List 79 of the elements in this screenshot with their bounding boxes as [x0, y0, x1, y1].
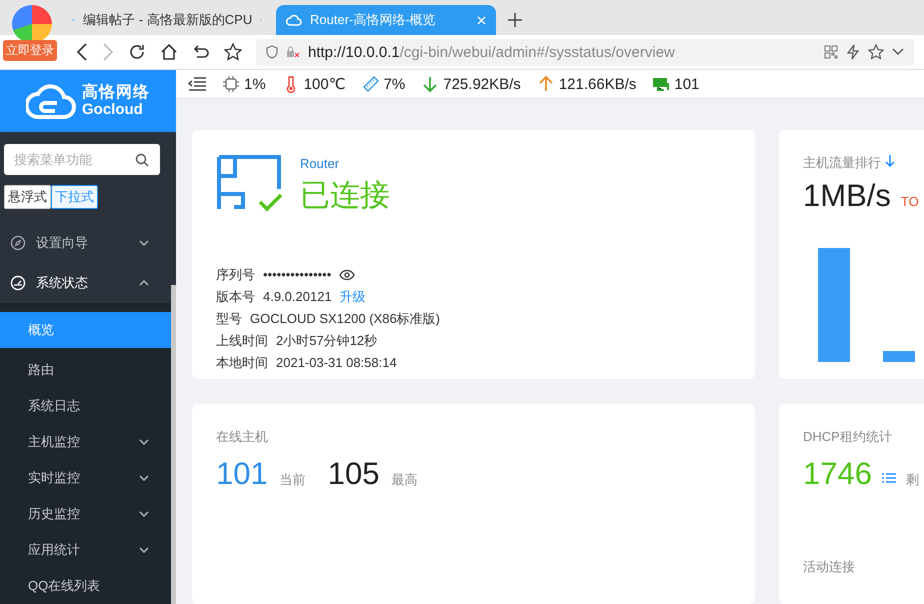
- chevron-down-icon[interactable]: [892, 48, 904, 56]
- field-label: 本地时间: [216, 354, 268, 372]
- star-icon[interactable]: [224, 43, 242, 61]
- list-icon[interactable]: [882, 472, 896, 484]
- chevron-down-icon: [139, 547, 149, 553]
- submenu-item[interactable]: 系统日志: [0, 388, 171, 424]
- scrollbar[interactable]: [171, 285, 176, 604]
- traffic-value: 1MB/s: [803, 178, 891, 214]
- field-value: 2小时57分钟12秒: [276, 332, 378, 350]
- card-title: 活动连接: [803, 559, 855, 574]
- chevron-up-icon: [139, 280, 149, 286]
- field-value: •••••••••••••••: [263, 267, 332, 282]
- field-label: 型号: [216, 310, 242, 328]
- menu-mode-toggle[interactable]: 悬浮式: [4, 185, 51, 209]
- field-value: 4.9.0.20121: [263, 289, 332, 304]
- memory-stick-icon: [362, 75, 380, 93]
- lightning-icon[interactable]: [846, 44, 860, 60]
- chevron-down-icon: [139, 475, 149, 481]
- chevron-down-icon: [139, 439, 149, 445]
- peak-hosts: 105: [328, 456, 380, 492]
- status-value: 100℃: [304, 75, 346, 93]
- field-label: 序列号: [216, 266, 255, 284]
- field-value: 2021-03-31 08:58:14: [276, 355, 397, 370]
- brand-name: 高恪网络: [82, 84, 150, 102]
- submenu-item[interactable]: QQ在线列表: [0, 568, 171, 604]
- card-title: DHCP租约统计: [803, 429, 892, 444]
- star-icon[interactable]: [868, 44, 884, 60]
- menu-collapse-icon[interactable]: [188, 77, 206, 91]
- reload-icon[interactable]: [128, 43, 146, 61]
- submenu-item[interactable]: 应用统计: [0, 532, 171, 568]
- traffic-bar: [883, 351, 915, 362]
- current-label: 当前: [280, 471, 306, 489]
- current-hosts: 101: [216, 456, 268, 492]
- peak-label: 最高: [391, 471, 418, 489]
- undo-icon[interactable]: [192, 43, 210, 61]
- submenu-item[interactable]: 实时监控: [0, 460, 171, 496]
- close-icon[interactable]: [477, 16, 486, 24]
- compass-icon: [10, 235, 26, 251]
- arrow-down-icon[interactable]: [885, 155, 895, 167]
- field-value: GOCLOUD SX1200 (X86标准版): [250, 310, 440, 328]
- remaining-label: 剩: [906, 471, 919, 489]
- card-title: 主机流量排行: [803, 154, 881, 172]
- menu-item[interactable]: 设置向导: [0, 223, 171, 263]
- submenu-item[interactable]: 主机监控: [0, 424, 171, 460]
- eye-icon[interactable]: [339, 268, 356, 280]
- shield-icon: [266, 45, 278, 59]
- submenu-item[interactable]: 路由: [0, 352, 171, 388]
- lease-count: 1746: [803, 456, 872, 492]
- status-value: 101: [674, 76, 700, 92]
- status-value: 725.92KB/s: [443, 76, 521, 92]
- gauge-icon: [10, 275, 26, 291]
- status-value: 7%: [384, 76, 406, 92]
- device-name: Router: [300, 156, 340, 171]
- top-label: TO: [900, 194, 919, 209]
- new-tab-icon[interactable]: [508, 13, 522, 27]
- menu-item[interactable]: 系统状态: [0, 263, 171, 303]
- connection-status: 已连接: [300, 178, 390, 214]
- chevron-down-icon: [139, 240, 149, 246]
- cloud-logo-icon: [26, 83, 76, 119]
- back-icon[interactable]: [76, 43, 88, 61]
- menu-search-field[interactable]: 搜索菜单功能: [4, 144, 160, 175]
- brand-subtitle: Gocloud: [82, 102, 144, 118]
- address-bar[interactable]: http://10.0.0.1/cgi-bin/webui/admin#/sysstatus/overview: [256, 38, 914, 66]
- status-value: 121.66KB/s: [558, 76, 636, 92]
- monitor-icon: [652, 75, 670, 93]
- arrow-up-icon: [536, 75, 555, 93]
- qr-code-icon[interactable]: [824, 45, 838, 59]
- field-label: 版本号: [216, 288, 255, 306]
- submenu-item[interactable]: 历史监控: [0, 496, 171, 532]
- arrow-down-icon: [421, 75, 440, 93]
- chevron-down-icon: [139, 511, 149, 517]
- search-icon[interactable]: [135, 153, 149, 167]
- home-icon[interactable]: [160, 43, 178, 61]
- field-label: 上线时间: [216, 332, 268, 350]
- cloud-icon: [286, 14, 302, 26]
- card-title: 在线主机: [216, 429, 268, 444]
- chip-icon: [222, 75, 240, 93]
- lock-icon: [286, 45, 300, 59]
- status-value: 1%: [244, 76, 266, 92]
